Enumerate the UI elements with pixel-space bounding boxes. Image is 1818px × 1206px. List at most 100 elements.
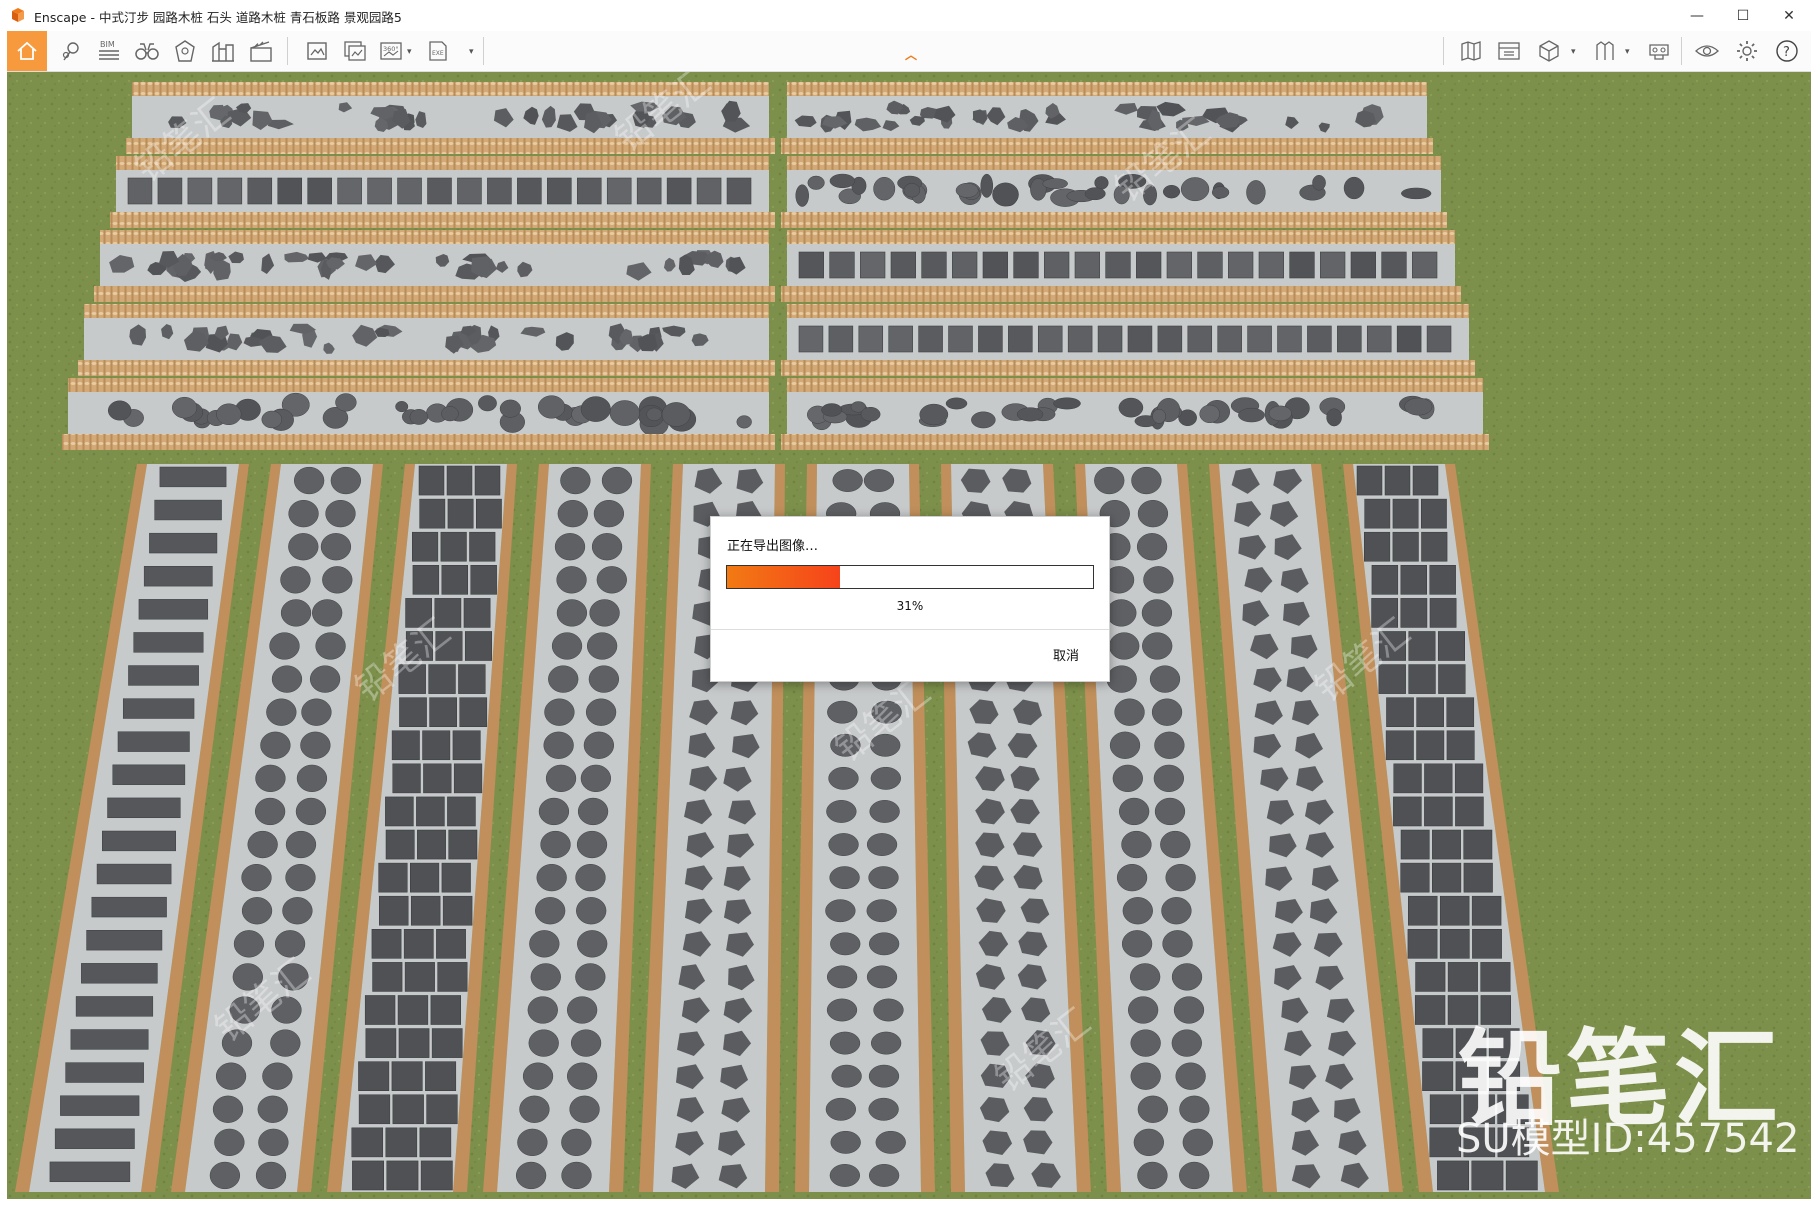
materials-button[interactable] xyxy=(1587,31,1623,71)
paving-stone xyxy=(868,1164,900,1187)
paving-tile xyxy=(436,929,466,959)
paving-tile xyxy=(418,465,445,496)
paving-stone xyxy=(309,665,341,693)
video-editor-button[interactable] xyxy=(243,31,279,71)
paving-slab xyxy=(1197,251,1223,279)
cancel-button[interactable]: 取消 xyxy=(1053,645,1079,664)
paving-stone xyxy=(271,665,303,693)
paving-stone xyxy=(585,698,617,726)
scene-button[interactable] xyxy=(167,31,203,71)
buildings-button[interactable] xyxy=(205,31,241,71)
paving-stone xyxy=(825,899,856,923)
paving-tile xyxy=(1393,796,1422,827)
cube-icon xyxy=(1539,40,1559,62)
paving-stone xyxy=(262,1062,293,1090)
timber-post-row xyxy=(132,82,769,96)
paving-stone xyxy=(870,766,901,790)
paving-stone xyxy=(1312,174,1326,191)
screenshot-button[interactable] xyxy=(299,31,335,71)
visual-settings-button[interactable] xyxy=(1689,31,1725,71)
paving-stone xyxy=(1136,533,1168,561)
maximize-icon: ☐ xyxy=(1736,7,1750,24)
paving-tile xyxy=(386,1160,419,1191)
window-frame-right xyxy=(1811,31,1818,1206)
map-button[interactable] xyxy=(1453,31,1489,71)
paving-tile xyxy=(1392,498,1419,529)
paving-tile xyxy=(1439,895,1470,926)
paving-tile xyxy=(419,1127,452,1158)
minimize-button[interactable]: — xyxy=(1674,0,1720,31)
paving-stone xyxy=(548,665,579,693)
paving-stone xyxy=(870,1031,902,1055)
paving-tile xyxy=(399,697,427,727)
asset-library-button[interactable] xyxy=(1491,31,1527,71)
views-button[interactable] xyxy=(129,31,165,71)
paving-stone xyxy=(221,1029,253,1057)
paving-tile xyxy=(475,498,502,529)
paving-slab xyxy=(1366,325,1392,353)
settings-button[interactable] xyxy=(1729,31,1765,71)
collapse-toolbar-toggle[interactable]: ︿ xyxy=(905,46,917,63)
paving-slab xyxy=(1013,251,1039,279)
vr-button[interactable] xyxy=(1641,31,1677,71)
paving-stone xyxy=(1211,186,1230,199)
bim-button[interactable]: BIM xyxy=(91,31,127,71)
paving-stone xyxy=(556,566,587,594)
paving-tile xyxy=(1424,796,1453,827)
materials-dropdown-caret[interactable]: ▾ xyxy=(1625,47,1630,57)
cube-dropdown-caret[interactable]: ▾ xyxy=(1571,47,1576,57)
close-button[interactable]: ✕ xyxy=(1766,0,1812,31)
paving-stone xyxy=(869,800,900,823)
paving-slab xyxy=(798,325,824,353)
paving-stone xyxy=(661,402,691,427)
paving-tile xyxy=(351,1127,384,1158)
paving-tile xyxy=(428,664,456,694)
paving-stone xyxy=(863,469,895,492)
paving-stone xyxy=(1153,764,1184,793)
paving-tile xyxy=(1463,829,1493,860)
paving-stone xyxy=(868,1064,900,1088)
paving-stone xyxy=(301,698,332,726)
cube-button[interactable] xyxy=(1531,31,1567,71)
home-button[interactable] xyxy=(7,31,47,71)
paving-stone xyxy=(980,173,994,198)
paving-stone xyxy=(1133,1128,1164,1157)
paving-slab xyxy=(696,177,722,205)
export-dropdown-caret[interactable]: ▾ xyxy=(469,47,474,57)
paving-stone xyxy=(107,400,132,421)
paving-stone xyxy=(828,766,859,790)
paving-tile xyxy=(1437,1160,1469,1191)
svg-text:EXE: EXE xyxy=(432,50,444,57)
paving-tile xyxy=(352,1160,384,1191)
paving-tile xyxy=(1364,498,1391,529)
paving-slab xyxy=(122,698,195,719)
paving-stone xyxy=(515,1161,547,1190)
toolbar-separator xyxy=(1443,37,1444,65)
paving-tile xyxy=(392,1094,424,1125)
paving-stone xyxy=(596,566,627,594)
maximize-button[interactable]: ☐ xyxy=(1720,0,1766,31)
paving-slab xyxy=(1396,325,1422,353)
help-button[interactable]: ? xyxy=(1769,31,1805,71)
timber-post-row xyxy=(126,138,775,154)
paving-stone xyxy=(577,930,608,958)
paving-slab xyxy=(829,251,855,279)
paving-tile xyxy=(1412,465,1439,496)
paving-stone xyxy=(554,533,586,561)
paving-stone xyxy=(830,932,861,956)
paving-stone xyxy=(832,469,863,492)
paving-tile xyxy=(1429,598,1457,628)
panorama-button[interactable]: 360° xyxy=(375,31,411,71)
paving-stone xyxy=(258,1128,289,1157)
paving-tile xyxy=(470,565,497,595)
panorama-dropdown-caret[interactable]: ▾ xyxy=(407,47,412,57)
batch-render-button[interactable] xyxy=(337,31,373,71)
paving-stone xyxy=(312,599,343,627)
location-button[interactable] xyxy=(53,31,89,71)
paving-stone xyxy=(212,1095,244,1123)
paving-tile xyxy=(371,929,402,959)
paving-stone xyxy=(1053,397,1081,410)
export-video-button[interactable]: EXE xyxy=(421,31,457,71)
paving-stone xyxy=(247,830,278,859)
paving-tile xyxy=(1408,895,1438,926)
